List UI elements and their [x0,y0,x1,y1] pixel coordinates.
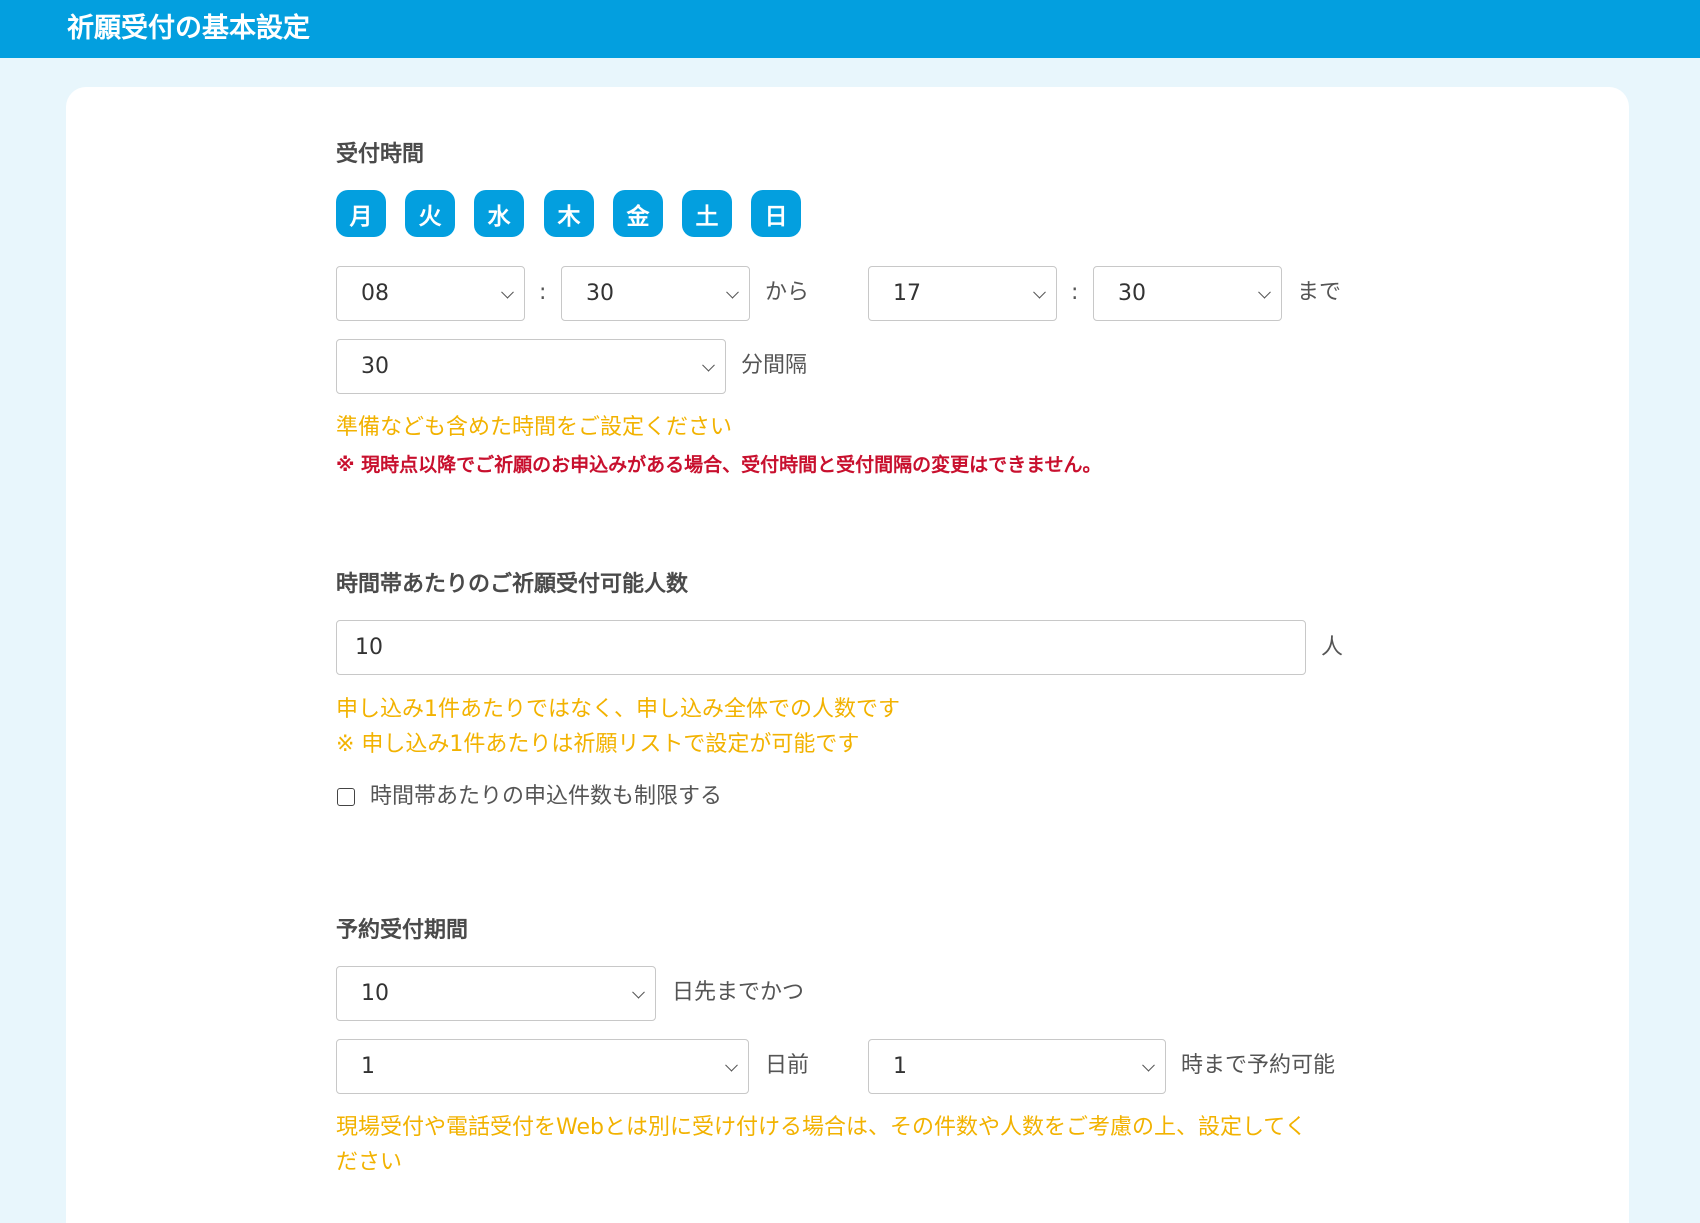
day-toggle-tue[interactable]: 火 [405,190,455,237]
capacity-hint: 申し込み1件あたりではなく、申し込み全体での人数です [336,697,900,722]
deadline-hour-label: 時まで予約可能 [1181,1053,1336,1078]
days-before-select[interactable]: 1 [336,1039,749,1094]
reception-time-title: 受付時間 [336,142,425,167]
start-minute-value: 30 [586,281,614,306]
chevron-down-icon [726,285,739,299]
reception-time-warning: ※ 現時点以降でご祈願のお申込みがある場合、受付時間と受付間隔の変更はできません… [336,454,1102,476]
time-colon: : [539,280,547,305]
interval-value: 30 [361,354,389,379]
chevron-down-icon [1142,1058,1155,1072]
capacity-title: 時間帯あたりのご祈願受付可能人数 [336,572,689,597]
capacity-input[interactable] [336,620,1306,675]
end-hour-select[interactable]: 17 [868,266,1057,321]
reservation-period-hint: 現場受付や電話受付をWebとは別に受け付ける場合は、その件数や人数をご考慮の上、… [336,1115,1307,1140]
day-toggle-wed[interactable]: 水 [474,190,524,237]
days-before-value: 1 [361,1054,375,1079]
days-ahead-select[interactable]: 10 [336,966,656,1021]
days-ahead-value: 10 [361,981,389,1006]
limit-applications-label: 時間帯あたりの申込件数も制限する [370,784,723,809]
start-hour-value: 08 [361,281,389,306]
reservation-period-hint-cont: ださい [336,1150,403,1175]
capacity-unit: 人 [1321,635,1344,660]
limit-applications-checkbox[interactable] [337,788,355,806]
chevron-down-icon [1258,285,1271,299]
page-title: 祈願受付の基本設定 [67,13,310,44]
deadline-hour-select[interactable]: 1 [868,1039,1166,1094]
reservation-period-title: 予約受付期間 [336,918,469,943]
capacity-hint-note: ※ 申し込み1件あたりは祈願リストで設定が可能です [336,732,860,757]
day-toggle-fri[interactable]: 金 [613,190,663,237]
deadline-hour-value: 1 [893,1054,907,1079]
day-toggle-thu[interactable]: 木 [544,190,594,237]
time-colon: : [1071,280,1079,305]
end-minute-value: 30 [1118,281,1146,306]
reception-time-hint: 準備なども含めた時間をご設定ください [336,415,733,440]
chevron-down-icon [702,358,715,372]
day-toggle-sat[interactable]: 土 [682,190,732,237]
chevron-down-icon [632,985,645,999]
from-label: から [765,280,810,305]
day-toggle-mon[interactable]: 月 [336,190,386,237]
days-before-label: 日前 [765,1053,810,1078]
page-header: 祈願受付の基本設定 [0,0,1700,58]
days-ahead-label: 日先までかつ [672,980,805,1005]
chevron-down-icon [1033,285,1046,299]
chevron-down-icon [501,285,514,299]
end-hour-value: 17 [893,281,921,306]
start-hour-select[interactable]: 08 [336,266,525,321]
until-label: まで [1297,280,1342,305]
day-toggle-sun[interactable]: 日 [751,190,801,237]
start-minute-select[interactable]: 30 [561,266,750,321]
end-minute-select[interactable]: 30 [1093,266,1282,321]
interval-label: 分間隔 [741,353,808,378]
interval-select[interactable]: 30 [336,339,726,394]
chevron-down-icon [725,1058,738,1072]
